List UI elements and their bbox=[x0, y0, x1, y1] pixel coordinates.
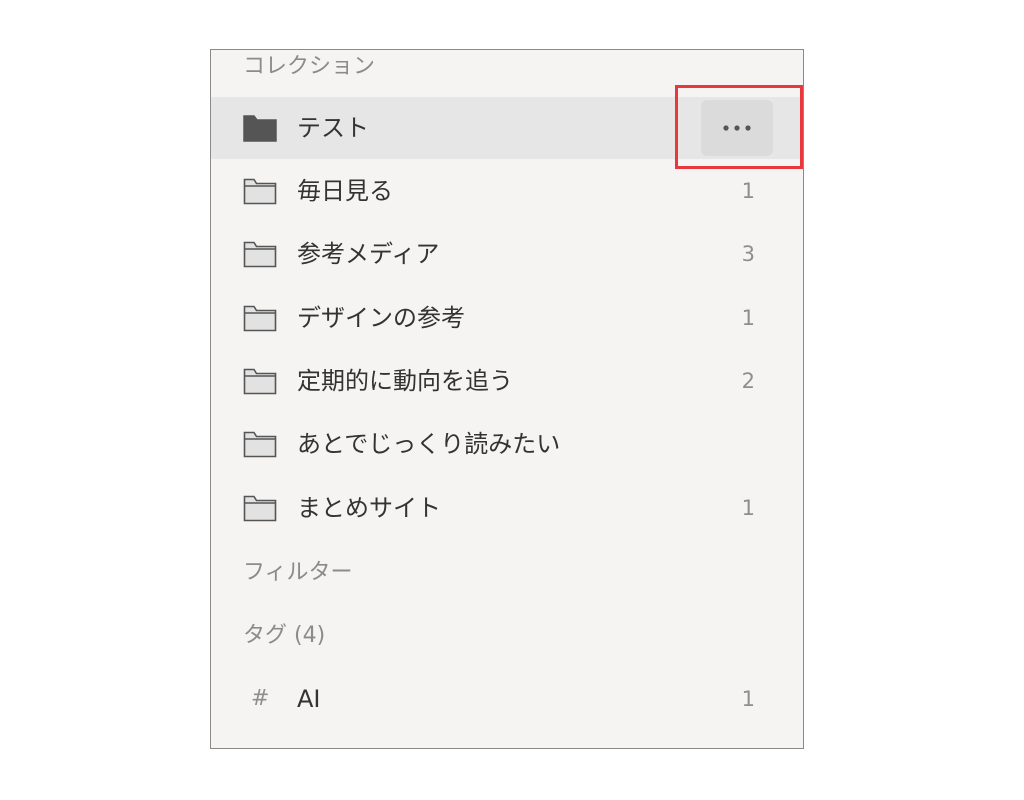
collection-item-count: 1 bbox=[741, 179, 755, 203]
collection-item-reference-media[interactable]: 参考メディア 3 bbox=[211, 223, 803, 285]
collections-sidebar: コレクション テスト 毎日見る 1 参考メディア 3 デザインの参考 1 定期的… bbox=[210, 49, 804, 749]
folder-filled-icon bbox=[243, 115, 277, 142]
hash-icon: # bbox=[251, 686, 270, 711]
collection-item-read-later[interactable]: あとでじっくり読みたい bbox=[211, 413, 803, 475]
collection-item-label: あとでじっくり読みたい bbox=[297, 430, 561, 458]
collection-more-button[interactable] bbox=[701, 100, 773, 156]
folder-outline-icon bbox=[243, 305, 277, 332]
stage: コレクション テスト 毎日見る 1 参考メディア 3 デザインの参考 1 定期的… bbox=[0, 0, 1024, 800]
collection-item-count: 1 bbox=[741, 306, 755, 330]
collection-item-trends[interactable]: 定期的に動向を追う 2 bbox=[211, 350, 803, 412]
tags-section-header[interactable]: タグ (4) bbox=[243, 621, 325, 651]
collection-item-label: まとめサイト bbox=[297, 494, 441, 522]
collection-item-label: 毎日見る bbox=[297, 177, 393, 205]
collection-item-design-reference[interactable]: デザインの参考 1 bbox=[211, 287, 803, 349]
tag-item-label: AI bbox=[297, 685, 321, 713]
more-horizontal-icon bbox=[723, 125, 751, 131]
collection-item-label: デザインの参考 bbox=[297, 304, 465, 332]
folder-outline-icon bbox=[243, 431, 277, 458]
folder-outline-icon bbox=[243, 495, 277, 522]
collection-item-daily[interactable]: 毎日見る 1 bbox=[211, 160, 803, 222]
tag-item-count: 1 bbox=[741, 687, 755, 711]
folder-outline-icon bbox=[243, 178, 277, 205]
collections-section-header: コレクション bbox=[243, 54, 376, 79]
collection-item-summary-sites[interactable]: まとめサイト 1 bbox=[211, 477, 803, 539]
folder-outline-icon bbox=[243, 368, 277, 395]
filters-section-header[interactable]: フィルター bbox=[243, 558, 353, 588]
collection-item-count: 1 bbox=[741, 496, 755, 520]
collection-item-label: 定期的に動向を追う bbox=[297, 367, 513, 395]
tag-item-ai[interactable]: # AI 1 bbox=[211, 668, 803, 730]
folder-outline-icon bbox=[243, 241, 277, 268]
collection-item-count: 3 bbox=[741, 242, 755, 266]
collection-item-count: 2 bbox=[741, 369, 755, 393]
collection-item-label: 参考メディア bbox=[297, 240, 440, 268]
collection-item-label: テスト bbox=[297, 114, 369, 142]
